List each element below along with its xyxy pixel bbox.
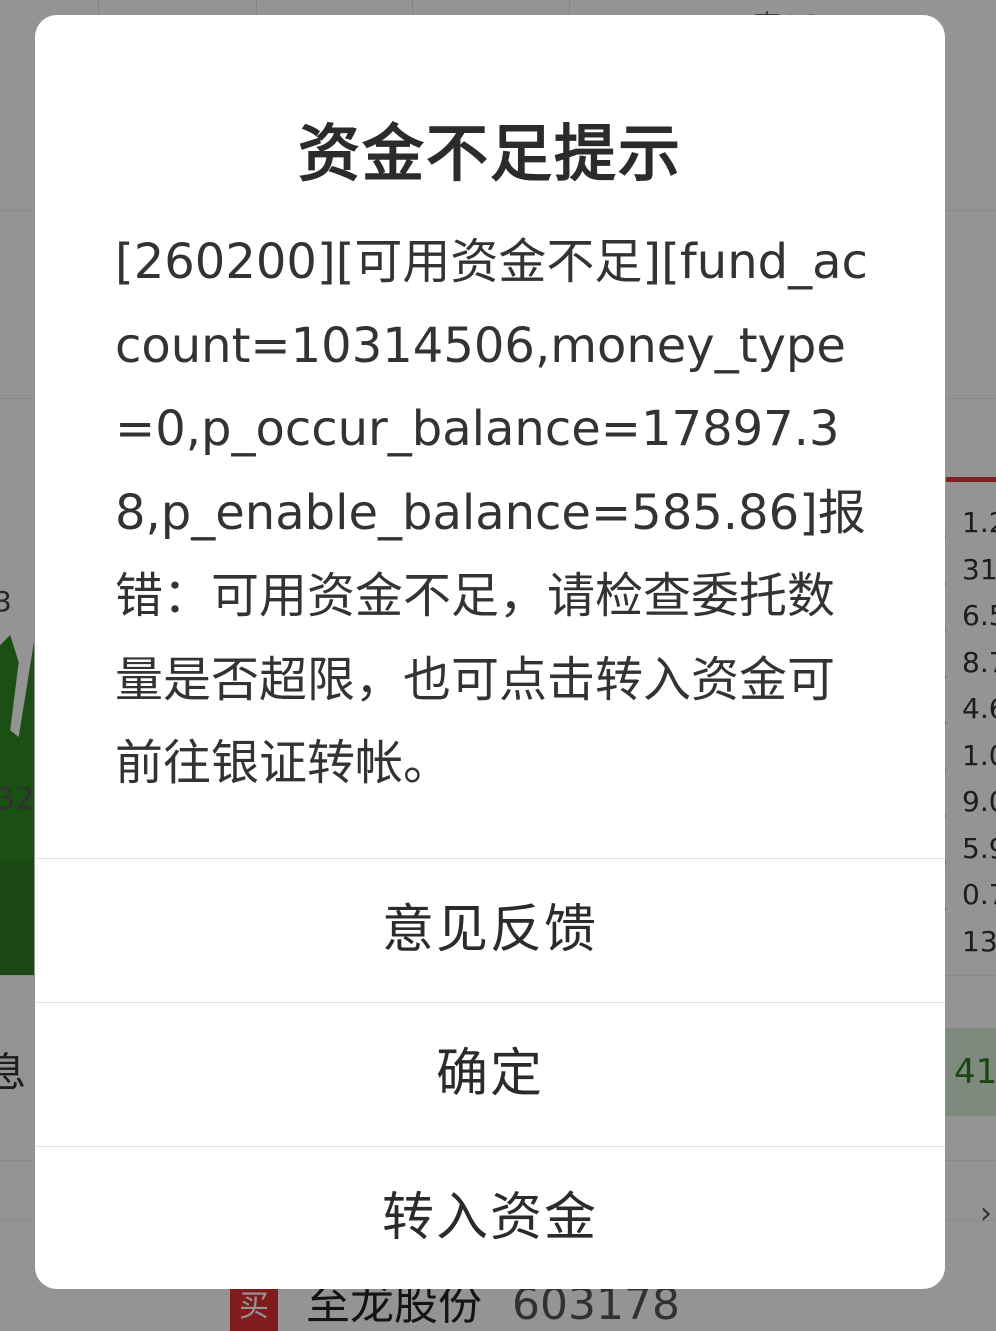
dialog-title: 资金不足提示 (297, 117, 682, 190)
dialog-message: [260200][可用资金不足][fund_account=10314506,m… (115, 234, 868, 791)
confirm-button[interactable]: 确定 (35, 1003, 945, 1146)
insufficient-funds-dialog: 资金不足提示 [260200][可用资金不足][fund_account=103… (35, 15, 945, 1289)
feedback-button[interactable]: 意见反馈 (35, 859, 945, 1002)
transfer-funds-button[interactable]: 转入资金 (35, 1147, 945, 1289)
